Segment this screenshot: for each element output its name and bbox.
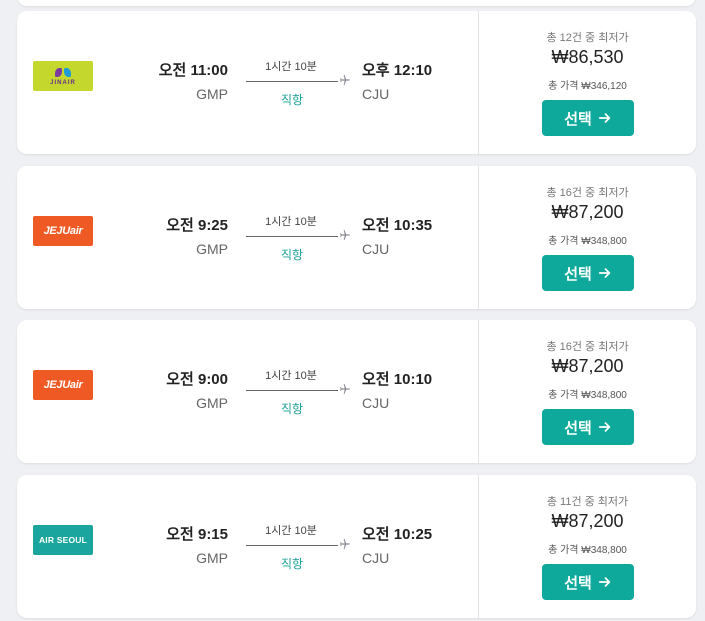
total-price: 총 가격 ₩348,800 [548, 545, 627, 556]
departure-airport: GMP [196, 241, 228, 257]
departure-time: 오전 9:00 [166, 371, 228, 388]
direct-flight-label: 직항 [280, 93, 304, 107]
plane-icon [340, 74, 350, 86]
departure-time: 오전 11:00 [158, 62, 228, 79]
arrival-airport: CJU [362, 241, 390, 257]
price-block: 총 16건 중 최저가 ₩87,200 총 가격 ₩348,800 선택 [479, 320, 696, 463]
departure-time: 오전 9:15 [166, 526, 228, 543]
airline-logo: JINAIR [33, 61, 93, 91]
route-line [246, 236, 338, 237]
arrival-time: 오후 12:10 [362, 62, 433, 79]
arrival-airport: CJU [362, 395, 390, 411]
total-price: 총 가격 ₩348,800 [548, 390, 627, 401]
arrow-right-icon [598, 577, 611, 587]
route-line [246, 81, 338, 82]
arrival-time: 오전 10:10 [362, 371, 433, 388]
departure-airport: GMP [196, 86, 228, 102]
arrow-right-icon [598, 422, 611, 432]
total-price: 총 가격 ₩346,120 [548, 81, 627, 92]
airline-logo: AIR SEOUL [33, 525, 93, 555]
flight-duration: 1시간 10분 [265, 370, 317, 382]
select-button[interactable]: 선택 [542, 255, 634, 291]
airline-logo: JEJUair [33, 370, 93, 400]
total-price: 총 가격 ₩348,800 [548, 236, 627, 247]
route-line [246, 390, 338, 391]
select-button[interactable]: 선택 [542, 100, 634, 136]
plane-icon [340, 383, 350, 395]
direct-flight-label: 직항 [280, 557, 304, 571]
airline-logo-text: JINAIR [50, 80, 76, 86]
arrival-time: 오전 10:35 [362, 217, 433, 234]
flight-card-4[interactable]: AIR SEOUL 오전 9:15 GMP 1시간 10분 직항 오전 10:2… [17, 475, 696, 618]
arrival-time: 오전 10:25 [362, 526, 433, 543]
lowest-price: ₩87,200 [551, 202, 624, 222]
price-block: 총 12건 중 최저가 ₩86,530 총 가격 ₩346,120 선택 [479, 11, 696, 154]
fare-count: 총 12건 중 최저가 [546, 32, 629, 44]
select-button-label: 선택 [564, 110, 592, 128]
select-button[interactable]: 선택 [542, 409, 634, 445]
airline-logo: JEJUair [33, 216, 93, 246]
select-button-label: 선택 [564, 265, 592, 283]
airline-logo-text: JEJUair [43, 379, 83, 391]
fare-count: 총 16건 중 최저가 [546, 341, 629, 353]
fare-count: 총 11건 중 최저가 [546, 496, 629, 508]
lowest-price: ₩87,200 [551, 511, 624, 531]
price-block: 총 11건 중 최저가 ₩87,200 총 가격 ₩348,800 선택 [479, 475, 696, 618]
lowest-price: ₩87,200 [551, 356, 624, 376]
arrow-right-icon [598, 113, 611, 123]
select-button[interactable]: 선택 [542, 564, 634, 600]
direct-flight-label: 직항 [280, 248, 304, 262]
airline-logo-mark [54, 66, 72, 80]
route-line [246, 545, 338, 546]
select-button-label: 선택 [564, 419, 592, 437]
flight-card-3[interactable]: JEJUair 오전 9:00 GMP 1시간 10분 직항 오전 10:10 … [17, 320, 696, 463]
fare-count: 총 16건 중 최저가 [546, 187, 629, 199]
plane-icon [340, 538, 350, 550]
departure-airport: GMP [196, 550, 228, 566]
plane-icon [340, 229, 350, 241]
departure-time: 오전 9:25 [166, 217, 228, 234]
airline-logo-text: JEJUair [43, 225, 83, 237]
flight-duration: 1시간 10분 [265, 61, 317, 73]
direct-flight-label: 직항 [280, 402, 304, 416]
price-block: 총 16건 중 최저가 ₩87,200 총 가격 ₩348,800 선택 [479, 166, 696, 309]
previous-flight-card-partial [17, 0, 696, 6]
select-button-label: 선택 [564, 574, 592, 592]
lowest-price: ₩86,530 [551, 47, 624, 67]
departure-airport: GMP [196, 395, 228, 411]
arrival-airport: CJU [362, 86, 390, 102]
flight-duration: 1시간 10분 [265, 216, 317, 228]
arrow-right-icon [598, 268, 611, 278]
flight-duration: 1시간 10분 [265, 525, 317, 537]
airline-logo-text: AIR SEOUL [38, 535, 88, 545]
flight-card-1[interactable]: JINAIR 오전 11:00 GMP 1시간 10분 직항 오후 12:10 … [17, 11, 696, 154]
flight-card-2[interactable]: JEJUair 오전 9:25 GMP 1시간 10분 직항 오전 10:35 … [17, 166, 696, 309]
arrival-airport: CJU [362, 550, 390, 566]
